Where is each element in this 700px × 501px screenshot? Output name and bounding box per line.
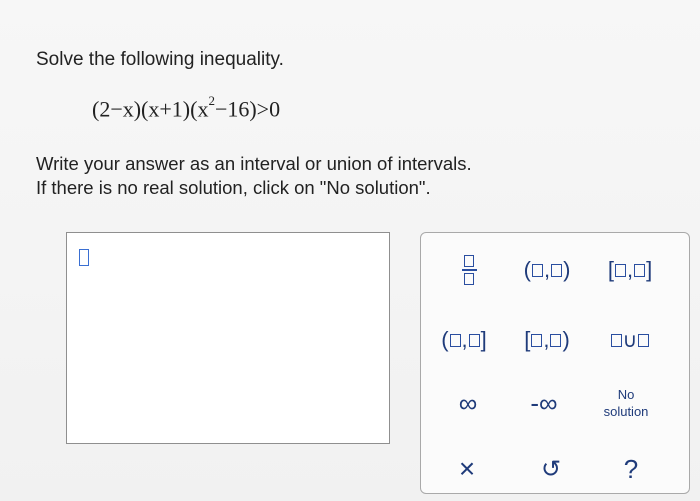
no-solution-button[interactable]: No solution — [591, 383, 661, 423]
answer-input[interactable] — [66, 232, 390, 444]
numerator-box-icon — [464, 255, 474, 267]
negative-infinity-icon: -∞ — [530, 387, 558, 418]
math-keypad: (,) [,] (,] [,) ∪ ∞ -∞ No solution × ↺ ? — [420, 232, 690, 494]
union-button[interactable]: ∪ — [599, 321, 661, 359]
infinity-icon: ∞ — [458, 387, 478, 418]
closed-closed-interval-button[interactable]: [,] — [599, 251, 661, 289]
expression-part-2: −16)>0 — [214, 96, 281, 122]
instruction-line-1: Write your answer as an interval or unio… — [36, 153, 472, 174]
right-bracket: ] — [646, 257, 653, 282]
negative-infinity-button[interactable]: -∞ — [513, 383, 575, 423]
no-solution-label-line-1: No — [617, 387, 635, 402]
instructions: Write your answer as an interval or unio… — [36, 152, 472, 200]
union-icon: ∪ — [622, 329, 638, 352]
help-button[interactable]: ? — [611, 451, 651, 487]
infinity-button[interactable]: ∞ — [443, 383, 493, 423]
box-icon — [551, 263, 563, 277]
box-icon — [614, 263, 626, 277]
left-paren: ( — [523, 257, 531, 282]
expression-exponent: 2 — [208, 93, 215, 108]
box-icon — [531, 263, 543, 277]
question-prompt: Solve the following inequality. — [36, 49, 284, 70]
question-panel: Solve the following inequality. (2−x)(x+… — [0, 0, 700, 501]
box-icon — [449, 333, 461, 347]
right-bracket: ] — [480, 327, 487, 352]
comma: , — [543, 257, 551, 282]
expression-part-1: (2−x)(x+1)(x — [92, 96, 209, 122]
open-closed-interval-button[interactable]: (,] — [433, 321, 495, 359]
right-paren: ) — [562, 327, 570, 352]
left-bracket: [ — [607, 257, 614, 282]
left-paren: ( — [441, 327, 449, 352]
denominator-box-icon — [464, 273, 474, 285]
closed-open-interval-button[interactable]: [,) — [516, 321, 578, 359]
box-icon — [638, 333, 650, 347]
close-icon: × — [458, 453, 476, 484]
open-open-interval-button[interactable]: (,) — [516, 251, 578, 289]
box-icon — [550, 333, 562, 347]
box-icon — [610, 333, 622, 347]
comma: , — [543, 327, 550, 352]
help-icon: ? — [623, 453, 639, 484]
clear-button[interactable]: × — [447, 451, 487, 487]
box-icon — [531, 333, 543, 347]
undo-button[interactable]: ↺ — [531, 451, 571, 487]
box-icon — [468, 333, 480, 347]
comma: , — [626, 257, 634, 282]
instruction-line-2: If there is no real solution, click on "… — [36, 177, 431, 198]
inequality-expression: (2−x)(x+1)(x2−16)>0 — [92, 93, 281, 122]
comma: , — [461, 327, 468, 352]
box-icon — [634, 263, 646, 277]
fraction-button[interactable] — [451, 251, 487, 289]
left-bracket: [ — [524, 327, 531, 352]
answer-cursor-placeholder[interactable] — [79, 249, 89, 266]
undo-icon: ↺ — [540, 455, 562, 483]
no-solution-label-line-2: solution — [603, 404, 649, 419]
right-paren: ) — [563, 257, 571, 282]
fraction-bar-icon — [461, 269, 477, 271]
